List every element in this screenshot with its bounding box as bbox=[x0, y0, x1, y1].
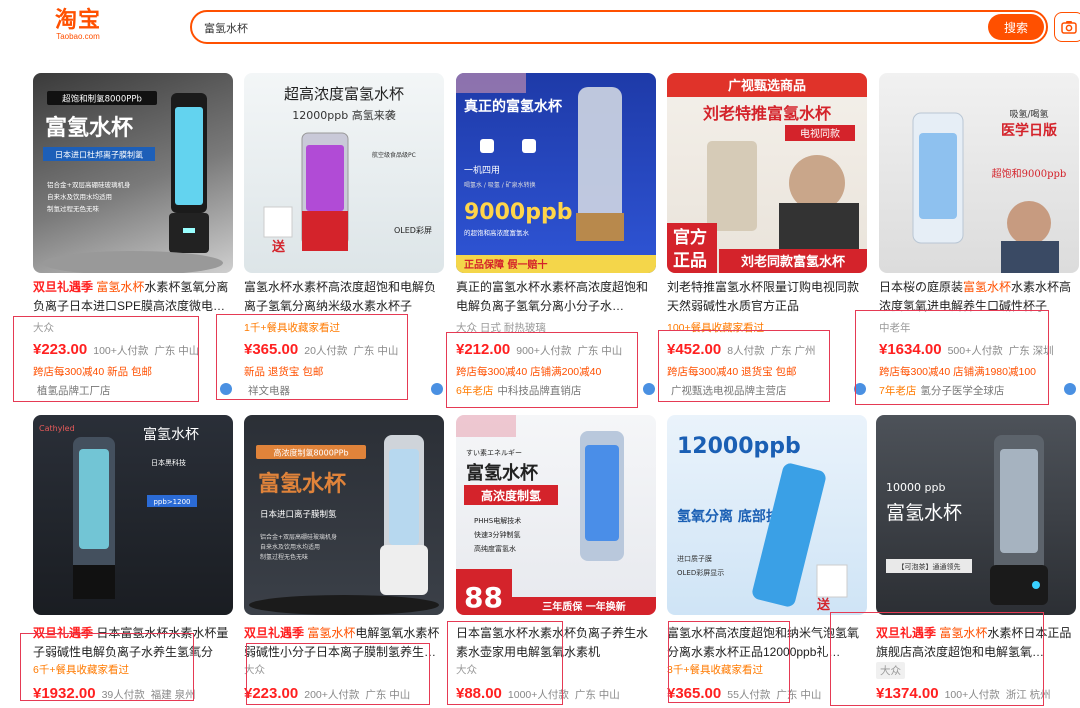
image-subline: 10000 ppb bbox=[886, 481, 945, 494]
image-text: OLED彩屏 bbox=[394, 225, 432, 235]
product-image[interactable]: 医学日版 吸氢/喝氢 超饱和9000ppb bbox=[879, 73, 1079, 273]
image-text: 刘老同款富氢水杯 bbox=[741, 254, 846, 270]
logo-text: 淘宝 bbox=[54, 7, 101, 32]
product-image[interactable]: 10000 ppb 富氢水杯 【可泡茶】通通领先 bbox=[876, 415, 1076, 615]
title-text: 富氢水杯水素杯高浓度超饱和电解负离子氢氧分离纳米级水素水杯子 bbox=[244, 280, 437, 313]
image-badge: Cathyled bbox=[39, 424, 75, 433]
image-badge: すい素エネルギー bbox=[466, 448, 522, 457]
annotation-box bbox=[658, 330, 830, 402]
annotation-box bbox=[246, 643, 430, 705]
image-text: PHHS电解技术 bbox=[474, 516, 521, 525]
product-title[interactable]: 刘老特推富氢水杯限量订购电视同款天然弱碱性水质官方正品 bbox=[667, 278, 867, 316]
indicator-dot bbox=[1064, 383, 1076, 395]
image-text: 快速3分钟制氢 bbox=[474, 530, 520, 539]
image-text: 制氢过程无色无味 bbox=[260, 553, 308, 561]
product-image[interactable]: 12000ppb 氢氧分离 底部排氧 进口质子膜 OLED彩屏显示 送 bbox=[667, 415, 867, 615]
image-text: 官方 bbox=[673, 227, 707, 248]
annotation-box bbox=[447, 621, 563, 705]
image-text: 三年质保 一年换新 bbox=[542, 600, 625, 613]
image-subline: 一机四用 bbox=[464, 164, 500, 176]
image-badge: 超饱和制氢8000PPb bbox=[62, 94, 142, 105]
image-text: 【可泡茶】通通领先 bbox=[898, 562, 961, 571]
indicator-dot bbox=[431, 383, 443, 395]
annotation-box bbox=[446, 332, 638, 408]
keyword-highlight: 富氢水杯 bbox=[963, 280, 1012, 294]
promo-label: 双旦礼遇季 bbox=[33, 280, 97, 294]
image-text: 制氢过程无色无味 bbox=[47, 204, 100, 213]
image-text: ppb>1200 bbox=[153, 498, 190, 506]
image-text: 送 bbox=[816, 597, 831, 613]
title-text: 日本桜の庭原装 bbox=[879, 280, 964, 294]
product-title[interactable]: 双旦礼遇季 富氢水杯水素杯氢氧分离负离子日本进口SPE膜高浓度微电… bbox=[33, 278, 233, 316]
product-title[interactable]: 富氢水杯水素杯高浓度超饱和电解负离子氢氧分离纳米级水素水杯子 bbox=[244, 278, 444, 316]
annotation-box bbox=[668, 621, 790, 703]
image-text: 9000ppb bbox=[464, 200, 572, 225]
image-headline: 富氢水杯 bbox=[466, 462, 539, 484]
image-subline: 日本进口离子膜制氢 bbox=[260, 509, 337, 520]
product-title[interactable]: 真正的富氢水杯水素杯高浓度超饱和电解负离子氢氧分离小分子水… bbox=[456, 278, 656, 316]
taobao-logo[interactable]: 淘宝 Taobao.com bbox=[48, 8, 108, 46]
header: 淘宝 Taobao.com 搜索 bbox=[0, 0, 1080, 58]
image-headline: 真正的富氢水杯 bbox=[464, 98, 563, 115]
camera-icon[interactable] bbox=[1054, 12, 1080, 42]
image-text: OLED彩屏显示 bbox=[677, 568, 724, 577]
product-image[interactable]: 超高浓度富氢水杯 12000ppb 高氢来袭 航空级食品级PC OLED彩屏 送 bbox=[244, 73, 444, 273]
image-text: 喝氢水 / 吸氢 / 矿泉水转换 bbox=[464, 181, 536, 189]
image-subline: 12000ppb 高氢来袭 bbox=[292, 108, 395, 122]
annotation-box bbox=[20, 633, 194, 701]
image-text: 铝合金+双层高硼硅玻璃机身 bbox=[47, 180, 131, 189]
image-subline: 高浓度制氢 bbox=[481, 488, 541, 503]
title-text: 真正的富氢水杯水素杯高浓度超饱和电解负离子氢氧分离小分子水… bbox=[456, 280, 649, 313]
indicator-dot bbox=[643, 383, 655, 395]
image-headline: 富氢水杯 bbox=[258, 471, 346, 497]
image-text: 铝合金+双层高硼硅玻璃机身 bbox=[260, 533, 337, 541]
image-text: 的超饱和高浓度富氢水 bbox=[464, 228, 530, 237]
image-subline: 日本黑科技 bbox=[151, 458, 186, 467]
image-badge: 高浓度制氢8000PPb bbox=[273, 448, 348, 458]
image-headline: 富氢水杯 bbox=[886, 502, 962, 524]
image-headline: 12000ppb bbox=[677, 434, 801, 459]
image-badge: 广视甄选商品 bbox=[728, 78, 806, 94]
image-text: 正品保障 假一赔十 bbox=[464, 258, 547, 271]
image-text: 高纯度富氢水 bbox=[474, 544, 516, 553]
image-text: 自来水及饮用水均适用 bbox=[260, 543, 320, 551]
image-subline: 日本进口杜邦离子膜制氢 bbox=[55, 150, 143, 160]
image-text: 自来水及饮用水均适用 bbox=[47, 192, 112, 201]
annotation-box bbox=[855, 310, 1049, 405]
promo-label: 双旦礼遇季 bbox=[244, 626, 308, 640]
annotation-box bbox=[830, 612, 1044, 706]
image-subline: 电视同款 bbox=[800, 127, 840, 140]
annotation-box bbox=[13, 316, 199, 402]
title-text: 刘老特推富氢水杯限量订购电视同款天然弱碱性水质官方正品 bbox=[667, 280, 860, 313]
image-headline: 富氢水杯 bbox=[45, 115, 133, 141]
product-image[interactable]: すい素エネルギー 富氢水杯 高浓度制氢 PHHS电解技术 快速3分钟制氢 高纯度… bbox=[456, 415, 656, 615]
annotation-box bbox=[216, 314, 408, 400]
image-text: 航空级食品级PC bbox=[372, 151, 416, 159]
product-image[interactable]: Cathyled 富氢水杯 日本黑科技 ppb>1200 bbox=[33, 415, 233, 615]
image-text: 88 bbox=[464, 581, 503, 614]
product-image[interactable]: 超饱和制氢8000PPb 富氢水杯 日本进口杜邦离子膜制氢 铝合金+双层高硼硅玻… bbox=[33, 73, 233, 273]
product-image[interactable]: 高浓度制氢8000PPb 富氢水杯 日本进口离子膜制氢 铝合金+双层高硼硅玻璃机… bbox=[244, 415, 444, 615]
product-image[interactable]: 广视甄选商品 刘老特推富氢水杯 电视同款 官方 正品 刘老同款富氢水杯 bbox=[667, 73, 867, 273]
image-headline: 超高浓度富氢水杯 bbox=[284, 85, 404, 103]
search-bar: 搜索 bbox=[190, 10, 1048, 44]
logo-subtext: Taobao.com bbox=[56, 32, 100, 41]
search-input[interactable] bbox=[204, 18, 964, 38]
image-headline: 富氢水杯 bbox=[143, 426, 199, 443]
location: 广东 中山 bbox=[574, 689, 620, 701]
search-button[interactable]: 搜索 bbox=[988, 14, 1044, 40]
image-headline: 医学日版 bbox=[1001, 122, 1057, 139]
keyword-highlight: 富氢水杯 bbox=[307, 626, 356, 640]
image-text: 正品 bbox=[673, 251, 707, 271]
image-text: 进口质子膜 bbox=[677, 554, 712, 563]
image-subline: 吸氢/喝氢 bbox=[1009, 108, 1048, 120]
image-headline: 刘老特推富氢水杯 bbox=[703, 104, 832, 123]
keyword-highlight: 富氢水杯 bbox=[96, 280, 145, 294]
product-image[interactable]: 真正的富氢水杯 一机四用 喝氢水 / 吸氢 / 矿泉水转换 9000ppb 的超… bbox=[456, 73, 656, 273]
image-text: 送 bbox=[271, 239, 286, 255]
image-text: 超饱和9000ppb bbox=[992, 167, 1067, 180]
